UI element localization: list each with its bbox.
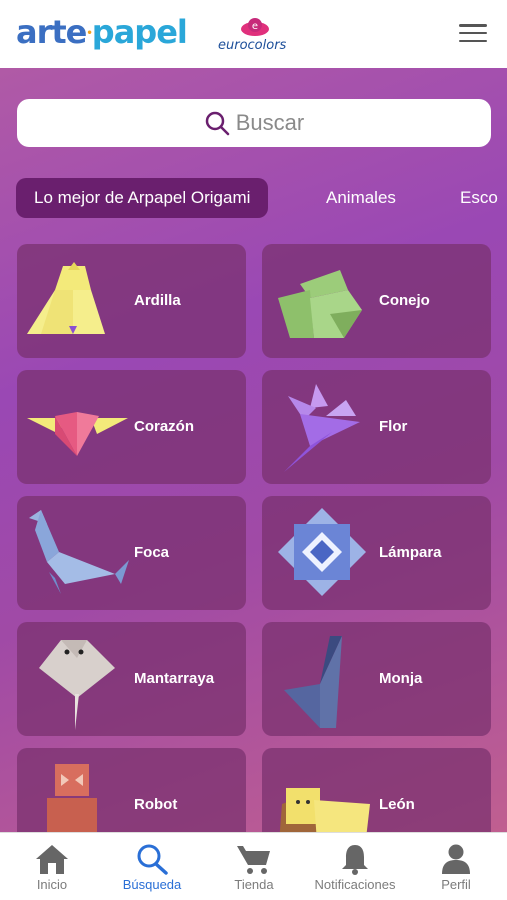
stingray-origami-icon <box>39 640 115 730</box>
search-placeholder: Buscar <box>235 110 305 135</box>
origami-card-corazon[interactable]: Corazón <box>17 370 246 484</box>
lion-origami-icon <box>279 788 370 832</box>
flower-origami-icon <box>284 384 360 472</box>
nav-perfil[interactable]: Perfil <box>428 833 484 900</box>
nun-origami-icon <box>284 636 342 728</box>
logo-text-papel: papel <box>91 13 188 51</box>
search-content: Buscar Lo mejor de Arpapel Origami Anima… <box>0 68 507 832</box>
origami-card-foca[interactable]: Foca <box>17 496 246 610</box>
nav-label: Búsqueda <box>122 877 182 892</box>
nav-label: Tienda <box>234 877 274 892</box>
nav-label: Perfil <box>441 877 471 892</box>
artepapel-logo[interactable]: arte•papel <box>16 12 188 54</box>
bell-icon <box>342 845 368 875</box>
origami-card-conejo[interactable]: Conejo <box>262 244 491 358</box>
nav-inicio[interactable]: Inicio <box>16 833 88 900</box>
card-label: Robot <box>134 796 178 813</box>
eurocolors-badge-icon: e <box>241 18 269 36</box>
card-label: Ardilla <box>134 292 181 309</box>
cart-icon <box>237 846 270 874</box>
category-tabs: Lo mejor de Arpapel Origami Animales Esc… <box>0 178 507 218</box>
card-label: Conejo <box>379 292 430 309</box>
nav-notificaciones[interactable]: Notificaciones <box>304 833 406 900</box>
card-label: León <box>379 796 415 813</box>
card-label: Monja <box>379 670 423 687</box>
tab-esco[interactable]: Esco <box>460 178 498 218</box>
user-icon <box>442 844 470 874</box>
origami-card-robot[interactable]: Robot <box>17 748 246 832</box>
nav-label: Inicio <box>36 877 68 892</box>
rabbit-origami-icon <box>278 270 362 338</box>
bottom-navigation: Inicio Búsqueda Tienda Notificaciones Pe… <box>0 832 507 900</box>
origami-card-leon[interactable]: León <box>262 748 491 832</box>
nav-label: Notificaciones <box>314 877 396 892</box>
card-label: Flor <box>379 418 408 435</box>
search-icon <box>137 844 168 875</box>
eurocolors-text: eurocolors <box>218 38 287 53</box>
heart-origami-icon <box>27 412 128 456</box>
tab-animales[interactable]: Animales <box>326 178 396 218</box>
top-bar: arte•papel e eurocolors <box>0 0 507 68</box>
logo-text-arte: arte <box>16 13 87 51</box>
tab-lo-mejor[interactable]: Lo mejor de Arpapel Origami <box>16 178 269 218</box>
hamburger-menu-icon[interactable] <box>459 22 487 44</box>
robot-origami-icon <box>47 764 97 832</box>
origami-card-flor[interactable]: Flor <box>262 370 491 484</box>
card-label: Foca <box>134 544 170 561</box>
svg-text:e: e <box>252 21 258 32</box>
eurocolors-logo[interactable]: e eurocolors <box>218 16 298 56</box>
origami-card-mantarraya[interactable]: Mantarraya <box>17 622 246 736</box>
origami-card-lampara[interactable]: Lámpara <box>262 496 491 610</box>
card-label: Mantarraya <box>134 670 215 687</box>
origami-card-ardilla[interactable]: Ardilla <box>17 244 246 358</box>
nav-busqueda[interactable]: Búsqueda <box>114 833 190 900</box>
seal-origami-icon <box>29 510 129 594</box>
card-label: Lámpara <box>379 544 442 561</box>
card-label: Corazón <box>134 418 194 435</box>
lamp-origami-icon <box>278 508 366 596</box>
squirrel-origami-icon <box>27 262 105 334</box>
search-icon <box>205 111 229 136</box>
origami-card-monja[interactable]: Monja <box>262 622 491 736</box>
nav-tienda[interactable]: Tienda <box>222 833 286 900</box>
home-icon <box>36 845 68 874</box>
search-input[interactable]: Buscar <box>17 99 491 147</box>
